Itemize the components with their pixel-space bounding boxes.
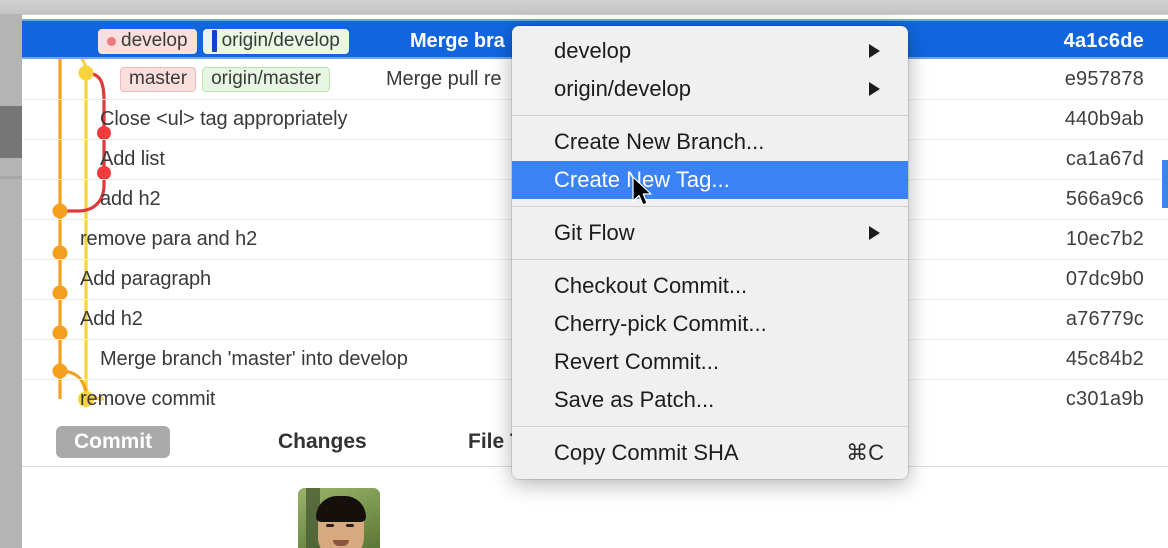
menu-item-revert-commit[interactable]: Revert Commit... xyxy=(512,343,908,381)
branch-dot-icon xyxy=(107,36,116,46)
tab-commit[interactable]: Commit xyxy=(56,426,171,458)
commit-sha: 07dc9b0 xyxy=(1065,268,1144,290)
menu-item-label: Revert Commit... xyxy=(554,349,720,374)
left-sidebar-divider xyxy=(0,176,22,179)
avatar xyxy=(298,488,380,548)
window-title-strip-inner xyxy=(0,0,1168,14)
menu-item-create-new-tag[interactable]: Create New Tag... xyxy=(512,161,908,199)
menu-item-label: develop xyxy=(554,38,632,63)
menu-item-label: Cherry-pick Commit... xyxy=(554,311,767,336)
window-title-strip xyxy=(0,0,1168,14)
menu-separator xyxy=(512,259,908,260)
menu-item-label: Save as Patch... xyxy=(554,387,715,412)
commit-sha: c301a9b xyxy=(1065,388,1144,410)
commit-sha: 4a1c6de xyxy=(1063,30,1144,52)
commit-message: Add h2 xyxy=(80,308,143,330)
menu-item-label: Git Flow xyxy=(554,220,635,245)
commit-refs: develop origin/develop xyxy=(98,21,349,61)
commit-message: remove commit xyxy=(80,388,216,410)
branch-badge-develop[interactable]: develop xyxy=(98,28,197,54)
commit-message: Merge branch 'master' into develop xyxy=(100,348,408,370)
commit-sha: 566a9c6 xyxy=(1065,188,1144,210)
commit-message: Add list xyxy=(100,148,165,170)
menu-separator xyxy=(512,115,908,116)
commit-message: Merge bra xyxy=(410,30,505,52)
menu-item-label: Create New Branch... xyxy=(554,129,765,154)
commit-sha: ca1a67d xyxy=(1065,148,1144,170)
commit-sha: 10ec7b2 xyxy=(1065,228,1144,250)
avatar-eye-left xyxy=(326,524,334,527)
branch-badge-label: origin/master xyxy=(211,68,321,89)
sourcetree-window: develop origin/develop Merge bra 4a1c6de… xyxy=(0,0,1168,548)
scrollbar-thumb[interactable] xyxy=(1162,160,1168,208)
branch-badge-origin-master[interactable]: origin/master xyxy=(202,66,330,92)
menu-item-git-flow[interactable]: Git Flow xyxy=(512,214,908,252)
mouse-cursor xyxy=(632,176,652,206)
commit-sha: 440b9ab xyxy=(1064,108,1144,130)
menu-item-shortcut: ⌘C xyxy=(846,440,884,465)
commit-refs: master origin/master xyxy=(120,59,330,99)
commit-sha: 45c84b2 xyxy=(1065,348,1144,370)
menu-item-label: Checkout Commit... xyxy=(554,273,748,298)
menu-item-save-as-patch[interactable]: Save as Patch... xyxy=(512,381,908,419)
commit-message: Close <ul> tag appropriately xyxy=(100,108,348,130)
chevron-right-icon xyxy=(869,226,880,240)
branch-badge-origin-develop[interactable]: origin/develop xyxy=(202,28,349,54)
menu-item-develop[interactable]: develop xyxy=(512,32,908,70)
chevron-right-icon xyxy=(869,82,880,96)
menu-separator xyxy=(512,206,908,207)
branch-badge-master[interactable]: master xyxy=(120,66,197,92)
chevron-right-icon xyxy=(869,44,880,58)
commit-sha: e957878 xyxy=(1064,68,1144,90)
branch-badge-label: master xyxy=(129,68,188,89)
menu-item-label: origin/develop xyxy=(554,76,691,101)
commit-message: add h2 xyxy=(100,188,161,210)
menu-item-label: Copy Commit SHA xyxy=(554,440,739,465)
remote-marker-icon xyxy=(211,30,217,52)
branch-badge-label: develop xyxy=(121,30,188,51)
left-sidebar-active-item[interactable] xyxy=(0,106,22,158)
menu-item-create-new-branch[interactable]: Create New Branch... xyxy=(512,123,908,161)
avatar-eye-right xyxy=(346,524,354,527)
commit-message: Merge pull re xyxy=(386,68,502,90)
commit-context-menu[interactable]: develop origin/develop Create New Branch… xyxy=(512,26,908,479)
branch-badge-label: origin/develop xyxy=(221,30,340,51)
commit-message: remove para and h2 xyxy=(80,228,258,250)
menu-item-copy-commit-sha[interactable]: Copy Commit SHA ⌘C xyxy=(512,434,908,472)
commit-sha: a76779c xyxy=(1065,308,1144,330)
commit-message: Add paragraph xyxy=(80,268,212,290)
tab-changes[interactable]: Changes xyxy=(260,426,385,458)
menu-separator xyxy=(512,426,908,427)
menu-item-origin-develop[interactable]: origin/develop xyxy=(512,70,908,108)
left-sidebar-rail[interactable] xyxy=(0,14,22,548)
menu-item-checkout-commit[interactable]: Checkout Commit... xyxy=(512,267,908,305)
menu-item-cherry-pick-commit[interactable]: Cherry-pick Commit... xyxy=(512,305,908,343)
